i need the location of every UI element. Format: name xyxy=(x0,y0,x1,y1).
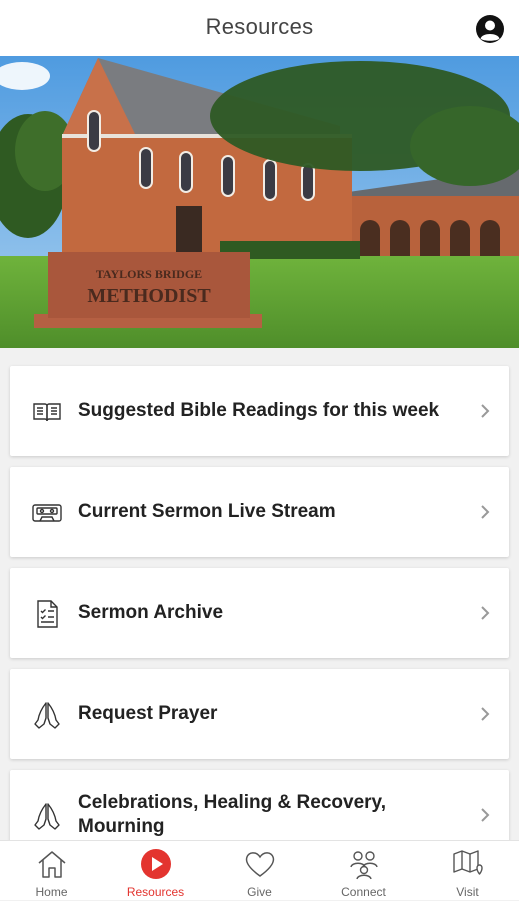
tab-label: Give xyxy=(247,885,272,899)
sign-line-2: METHODIST xyxy=(87,285,211,307)
church-photo: TAYLORS BRIDGE METHODIST xyxy=(0,56,519,348)
chevron-right-icon xyxy=(481,606,490,620)
profile-button[interactable] xyxy=(475,14,505,44)
home-icon xyxy=(38,851,65,878)
menu-item-request-prayer[interactable]: Request Prayer xyxy=(10,669,509,759)
bottom-tab-bar: Home Resources Give Connect Visit xyxy=(0,840,519,900)
chevron-right-icon xyxy=(481,404,490,418)
tab-label: Home xyxy=(35,885,68,899)
tab-label: Visit xyxy=(456,885,479,899)
resource-list: Suggested Bible Readings for this week C… xyxy=(0,348,519,840)
heart-icon xyxy=(245,852,274,877)
menu-item-live-stream[interactable]: Current Sermon Live Stream xyxy=(10,467,509,557)
tab-label: Resources xyxy=(126,885,185,899)
menu-item-bible-readings[interactable]: Suggested Bible Readings for this week xyxy=(10,366,509,456)
user-icon xyxy=(476,15,504,43)
menu-item-celebrations[interactable]: Celebrations, Healing & Recovery, Mourni… xyxy=(10,770,509,840)
chevron-right-icon xyxy=(481,707,490,721)
menu-item-sermon-archive[interactable]: Sermon Archive xyxy=(10,568,509,658)
menu-item-label: Current Sermon Live Stream xyxy=(78,501,336,522)
sign-line-1: TAYLORS BRIDGE xyxy=(96,267,202,281)
tab-connect[interactable]: Connect xyxy=(312,841,415,901)
menu-item-label: Request Prayer xyxy=(78,703,218,724)
cassette-icon xyxy=(32,504,62,522)
praying-hands-icon xyxy=(34,803,60,830)
checklist-document-icon xyxy=(37,600,58,628)
tab-home[interactable]: Home xyxy=(0,841,103,901)
menu-item-label: Sermon Archive xyxy=(78,602,224,623)
people-icon xyxy=(349,851,378,880)
menu-item-label: Suggested Bible Readings for this week xyxy=(78,400,440,421)
tab-give[interactable]: Give xyxy=(208,841,311,901)
chevron-right-icon xyxy=(481,505,490,519)
map-icon xyxy=(452,850,483,875)
tab-visit[interactable]: Visit xyxy=(416,841,519,901)
praying-hands-icon xyxy=(34,702,60,729)
tab-label: Connect xyxy=(341,885,386,899)
chevron-right-icon xyxy=(481,808,490,822)
top-bar: Resources xyxy=(0,0,519,56)
page-title: Resources xyxy=(205,14,314,39)
play-icon xyxy=(140,849,171,879)
menu-item-label: Celebrations, Healing & Recovery, Mourni… xyxy=(78,792,386,837)
open-book-icon xyxy=(33,403,61,422)
tab-resources[interactable]: Resources xyxy=(104,841,207,901)
